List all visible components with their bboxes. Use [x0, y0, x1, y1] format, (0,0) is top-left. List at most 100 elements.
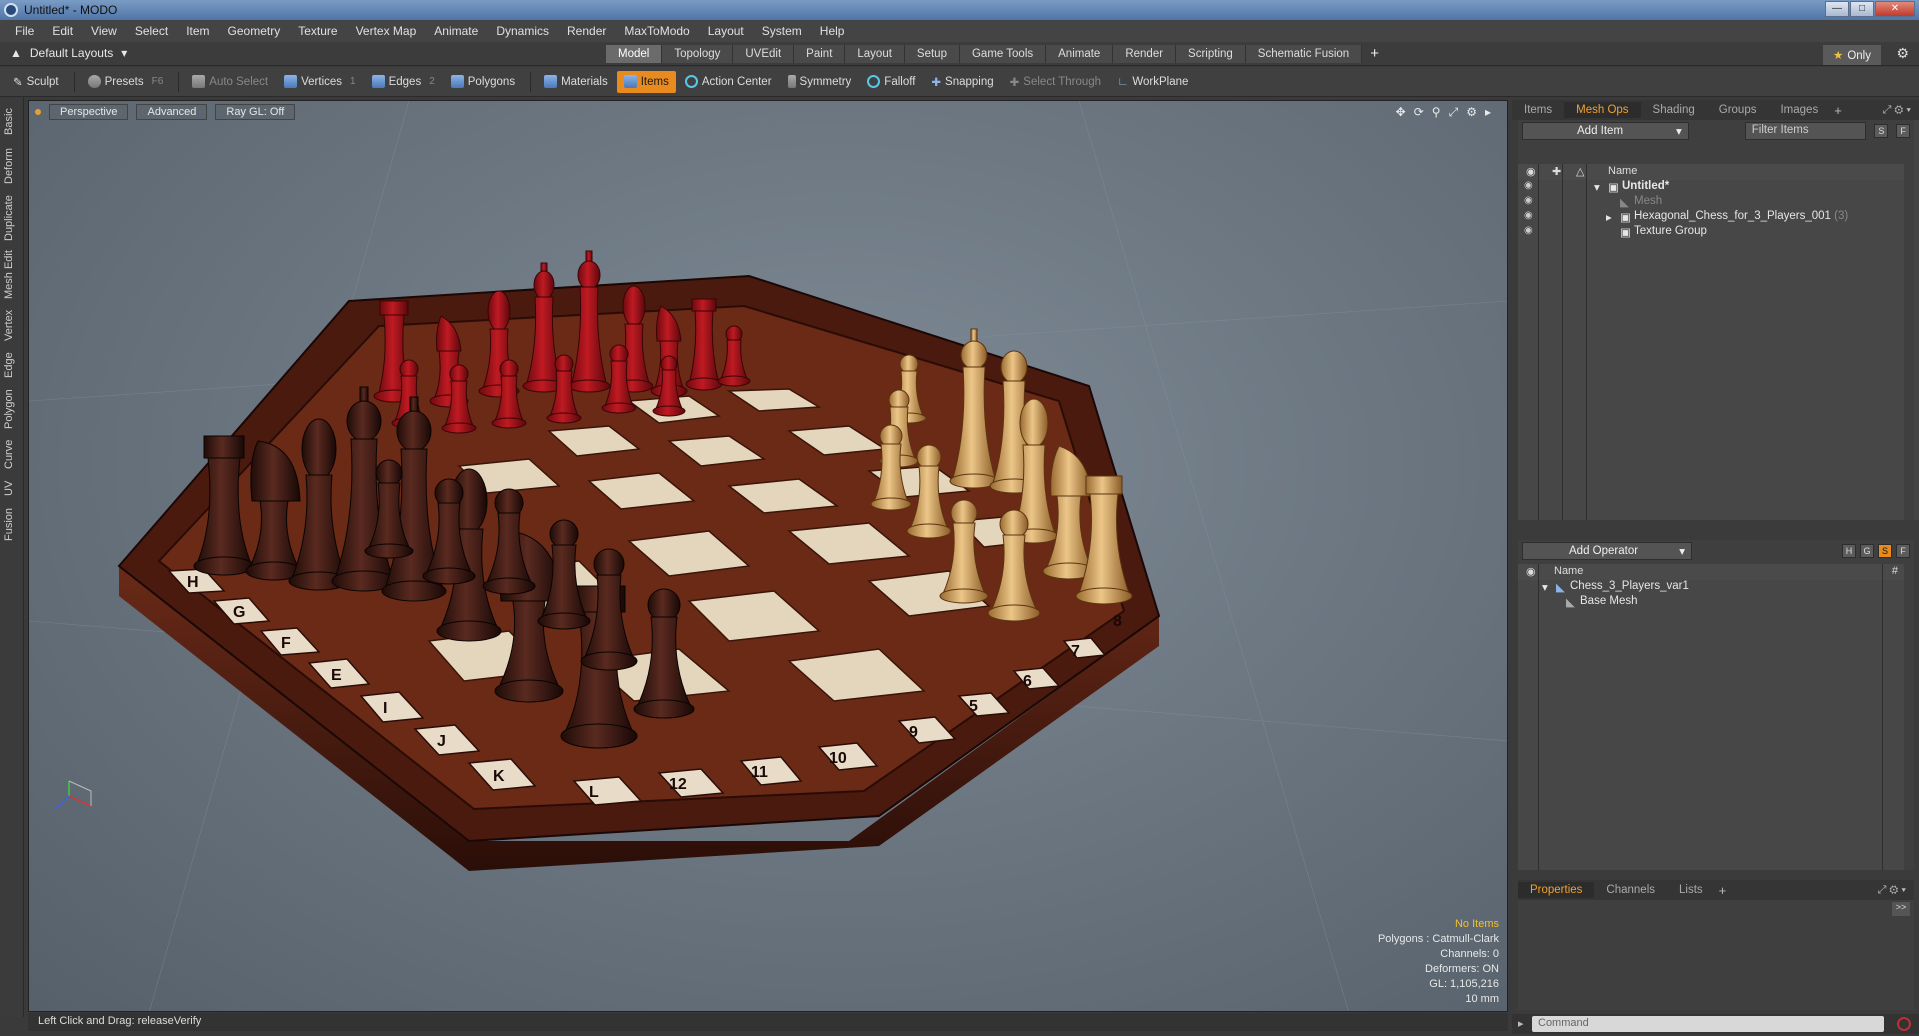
- tab-mesh-ops[interactable]: Mesh Ops: [1564, 102, 1641, 118]
- view-mode-button[interactable]: Perspective: [49, 104, 129, 120]
- record-icon[interactable]: [1897, 1017, 1911, 1031]
- properties-options-icon[interactable]: ⤢ ⚙ ▾: [1878, 884, 1906, 897]
- tree-row[interactable]: ◉ ▸ ▣ Hexagonal_Chess_for_3_Players_001 …: [1518, 210, 1904, 225]
- auto-select-button[interactable]: Auto Select: [185, 71, 275, 93]
- s-filter-button[interactable]: S: [1874, 124, 1889, 138]
- polygons-button[interactable]: Polygons: [444, 71, 522, 93]
- add-operator-dropdown[interactable]: Add Operator ▾: [1522, 542, 1692, 560]
- eye-icon[interactable]: ◉: [1524, 195, 1536, 206]
- menu-file[interactable]: File: [6, 24, 43, 38]
- tree-row[interactable]: ◣ Base Mesh: [1518, 595, 1904, 610]
- shading-mode-button[interactable]: Advanced: [136, 104, 208, 120]
- vtab-duplicate[interactable]: Duplicate: [3, 193, 21, 243]
- filter-items-input[interactable]: Filter Items: [1744, 122, 1867, 140]
- vtab-vertex[interactable]: Vertex: [3, 307, 21, 343]
- only-toggle[interactable]: ★ Only: [1823, 45, 1881, 65]
- tab-paint[interactable]: Paint: [794, 45, 846, 63]
- menu-vertex-map[interactable]: Vertex Map: [347, 24, 426, 38]
- h-button[interactable]: H: [1842, 544, 1856, 558]
- menu-dynamics[interactable]: Dynamics: [487, 24, 558, 38]
- add-item-dropdown[interactable]: Add Item ▾: [1522, 122, 1689, 140]
- eye-icon[interactable]: ◉: [1524, 225, 1536, 236]
- tab-lists[interactable]: Lists: [1667, 882, 1715, 898]
- action-center-button[interactable]: Action Center: [678, 71, 779, 93]
- vertices-button[interactable]: Vertices 1: [277, 71, 362, 93]
- vtab-mesh-edit[interactable]: Mesh Edit: [3, 249, 21, 301]
- add-tab-icon[interactable]: +: [1370, 45, 1379, 63]
- tab-properties[interactable]: Properties: [1518, 882, 1595, 898]
- eye-icon[interactable]: ◉: [1524, 180, 1536, 191]
- layout-selector[interactable]: ▲ Default Layouts ▾: [10, 46, 127, 60]
- menu-system[interactable]: System: [753, 24, 811, 38]
- edges-button[interactable]: Edges 2: [365, 71, 442, 93]
- tab-shading[interactable]: Shading: [1641, 102, 1707, 118]
- tab-scripting[interactable]: Scripting: [1176, 45, 1246, 63]
- tab-setup[interactable]: Setup: [904, 45, 960, 63]
- expand-icon[interactable]: ▾: [1542, 580, 1548, 594]
- s-button[interactable]: S: [1878, 544, 1892, 558]
- vtab-polygon[interactable]: Polygon: [3, 387, 21, 431]
- raygl-button[interactable]: Ray GL: Off: [215, 104, 296, 120]
- tree-row[interactable]: ◉ ▣ Texture Group: [1518, 225, 1904, 240]
- menu-maxtomodo[interactable]: MaxToModo: [615, 24, 698, 38]
- viewport-settings-icon[interactable]: ⚙: [1466, 105, 1477, 120]
- vtab-basic[interactable]: Basic: [3, 105, 21, 139]
- tree-row[interactable]: ▾ ◣ Chess_3_Players_var1: [1518, 580, 1904, 595]
- falloff-button[interactable]: Falloff: [860, 71, 922, 93]
- zoom-icon[interactable]: ⚲: [1432, 105, 1441, 120]
- fit-icon[interactable]: ⤢: [1449, 105, 1459, 120]
- snapping-button[interactable]: ✚ Snapping: [924, 71, 1000, 93]
- tab-uvedit[interactable]: UVEdit: [733, 45, 795, 63]
- f-filter-button[interactable]: F: [1896, 124, 1910, 138]
- pan-icon[interactable]: ✥: [1396, 105, 1406, 120]
- eye-icon[interactable]: ◉: [1524, 210, 1536, 221]
- panel-options-icon[interactable]: ⤢ ⚙ ▾: [1883, 104, 1911, 117]
- sculpt-button[interactable]: ✎ Sculpt: [6, 71, 66, 93]
- menu-help[interactable]: Help: [811, 24, 854, 38]
- item-list-scrollbar[interactable]: [1914, 120, 1919, 520]
- tab-items[interactable]: Items: [1512, 102, 1564, 118]
- tab-channels[interactable]: Channels: [1594, 882, 1667, 898]
- tree-row[interactable]: ◉ ◣ Mesh: [1518, 195, 1904, 210]
- close-button[interactable]: ✕: [1875, 1, 1915, 17]
- tab-layout[interactable]: Layout: [845, 45, 905, 63]
- g-button[interactable]: G: [1860, 544, 1874, 558]
- menu-layout[interactable]: Layout: [699, 24, 753, 38]
- menu-item[interactable]: Item: [177, 24, 218, 38]
- tab-topology[interactable]: Topology: [662, 45, 734, 63]
- tree-row[interactable]: ◉ ▾ ▣ Untitled*: [1518, 180, 1904, 195]
- expand-icon[interactable]: >>: [1892, 902, 1910, 916]
- vtab-fusion[interactable]: Fusion: [3, 505, 21, 543]
- select-through-button[interactable]: ✚ Select Through: [1003, 71, 1108, 93]
- menu-texture[interactable]: Texture: [289, 24, 346, 38]
- vtab-deform[interactable]: Deform: [3, 145, 21, 187]
- tab-groups[interactable]: Groups: [1707, 102, 1769, 118]
- 3d-viewport[interactable]: Perspective Advanced Ray GL: Off ✥ ⟳ ⚲ ⤢…: [28, 100, 1508, 1012]
- tab-schematic-fusion[interactable]: Schematic Fusion: [1245, 45, 1363, 63]
- menu-animate[interactable]: Animate: [425, 24, 487, 38]
- vtab-curve[interactable]: Curve: [3, 437, 21, 471]
- vtab-uv[interactable]: UV: [3, 477, 21, 499]
- materials-button[interactable]: Materials: [537, 71, 615, 93]
- minimize-button[interactable]: —: [1825, 1, 1849, 17]
- add-properties-tab-icon[interactable]: +: [1719, 883, 1727, 898]
- tab-render[interactable]: Render: [1113, 45, 1177, 63]
- command-input[interactable]: Command: [1532, 1016, 1884, 1032]
- rotate-icon[interactable]: ⟳: [1414, 105, 1424, 120]
- expand-icon[interactable]: ▾: [1594, 180, 1600, 194]
- menu-geometry[interactable]: Geometry: [219, 24, 290, 38]
- gear-icon[interactable]: ⚙: [1896, 45, 1909, 62]
- viewport-menu-icon[interactable]: [35, 109, 41, 115]
- menu-select[interactable]: Select: [126, 24, 177, 38]
- workplane-button[interactable]: ∟ WorkPlane: [1110, 71, 1195, 93]
- add-panel-tab-icon[interactable]: +: [1834, 103, 1842, 118]
- f-button[interactable]: F: [1896, 544, 1910, 558]
- menu-view[interactable]: View: [82, 24, 126, 38]
- presets-button[interactable]: Presets F6: [81, 71, 171, 93]
- viewport-more-icon[interactable]: ▸: [1485, 105, 1491, 120]
- tab-model[interactable]: Model: [606, 45, 663, 63]
- symmetry-button[interactable]: Symmetry: [781, 71, 859, 93]
- items-button[interactable]: Items: [616, 70, 676, 93]
- expand-icon[interactable]: ▸: [1606, 210, 1612, 224]
- tab-images[interactable]: Images: [1768, 102, 1830, 118]
